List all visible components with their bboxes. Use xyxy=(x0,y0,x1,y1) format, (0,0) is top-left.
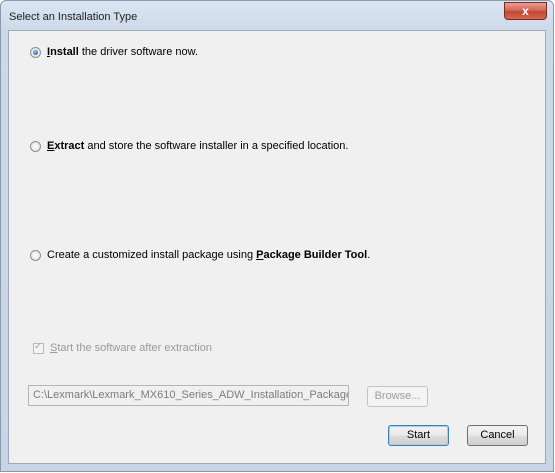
start-button-label: Start xyxy=(406,429,431,441)
install-option[interactable]: Install the driver software now. xyxy=(30,46,198,58)
install-radio[interactable] xyxy=(30,46,41,58)
start-button[interactable]: Start xyxy=(388,425,449,446)
install-path-field[interactable]: C:\Lexmark\Lexmark_MX610_Series_ADW_Inst… xyxy=(28,385,349,406)
installation-type-dialog: Select an Installation Type x Install th… xyxy=(0,0,554,472)
browse-button[interactable]: Browse... xyxy=(367,386,428,407)
cancel-button[interactable]: Cancel xyxy=(467,425,528,446)
package-option-suffix: . xyxy=(367,249,371,261)
browse-button-label: Browse... xyxy=(374,390,421,402)
title-bar: Select an Installation Type x xyxy=(1,1,553,31)
start-after-extraction-label: Start the software after extraction xyxy=(50,342,213,354)
dialog-title: Select an Installation Type xyxy=(9,11,138,23)
extract-option-text: and store the software installer in a sp… xyxy=(84,140,349,152)
close-icon: x xyxy=(522,4,529,18)
extract-option-bold: Extract xyxy=(47,140,85,152)
close-button[interactable]: x xyxy=(504,2,547,20)
dialog-body: Install the driver software now. Extract… xyxy=(8,30,546,464)
package-builder-option[interactable]: Create a customized install package usin… xyxy=(30,249,370,261)
package-option-bold: Package Builder Tool xyxy=(256,249,368,261)
package-builder-radio[interactable] xyxy=(30,249,41,261)
install-option-bold: Install xyxy=(47,46,79,58)
extract-radio[interactable] xyxy=(30,140,41,152)
extract-option[interactable]: Extract and store the software installer… xyxy=(30,140,348,152)
cancel-button-label: Cancel xyxy=(480,429,515,441)
install-option-text: the driver software now. xyxy=(78,46,199,58)
start-after-extraction-checkbox[interactable] xyxy=(33,341,44,354)
package-option-prefix: Create a customized install package usin… xyxy=(47,249,257,261)
start-after-extraction-option[interactable]: Start the software after extraction xyxy=(33,341,213,354)
